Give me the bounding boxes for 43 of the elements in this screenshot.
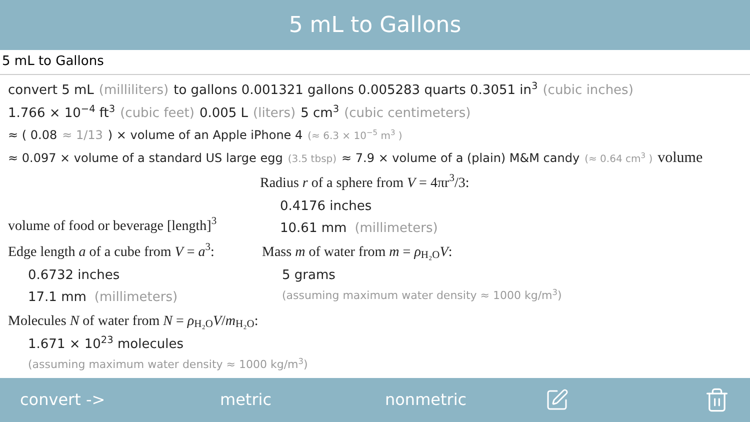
unit-note: (millimeters): [354, 220, 438, 238]
toolbar-button[interactable]: nonmetric: [385, 388, 550, 412]
unit-note: (millimeters): [94, 289, 178, 307]
result-text: ≈ 0.097 × volume of a standard US large egg: [8, 150, 283, 167]
label-text: volume of food or beverage [length]$^{3}$: [8, 218, 217, 234]
toolbar-button[interactable]: convert ->: [20, 388, 220, 412]
result-text: ≈ ( 0.08: [8, 127, 58, 144]
unit-note: (cubic inches): [542, 82, 634, 100]
window-title: 5 mL to Gallons: [288, 12, 462, 40]
formula-heading: Edge length a of a cube from V = a$^{3}$:: [8, 242, 216, 262]
size-note: (3.5 tbsp): [288, 153, 337, 167]
toolbar-button[interactable]: metric: [220, 388, 385, 412]
result-text: 5 cm$^{3}$: [300, 104, 340, 122]
result-value: 1.671 × 10$^{23}$ molecules: [28, 334, 184, 354]
result-text: 0.005 L: [199, 104, 248, 122]
edit-button[interactable]: [545, 388, 569, 412]
trash-icon: [704, 387, 730, 413]
delete-button[interactable]: [704, 387, 730, 413]
unit-note: (milliliters): [98, 82, 169, 100]
result-value: 0.4176 inches: [280, 198, 372, 216]
unit-note: (liters): [253, 104, 296, 122]
unit-note: (assuming maximum water density ≈ 1000 kg/m$^{3}$): [282, 288, 562, 304]
edit-icon: [545, 388, 569, 412]
size-note: (≈ 0.64 cm$^{3}$ ): [584, 152, 653, 167]
unit-note: ≈ 1/13: [62, 127, 103, 144]
result-value: 17.1 mm: [28, 289, 86, 307]
query-text: 5 mL to Gallons: [2, 53, 104, 72]
result-text: ≈ 7.9 × volume of a (plain) M&M candy: [342, 150, 580, 167]
result-value: 0.6732 inches: [28, 266, 120, 284]
result-text: 1.766 × 10$^{−4}$ ft$^{3}$: [8, 104, 116, 122]
formula-heading: Radius r of a sphere from V = 4πr$^{3}$/3:: [260, 172, 470, 192]
size-note: (≈ 6.3 × 10$^{−5}$ m$^{3}$ ): [308, 129, 402, 144]
label-text: volume: [658, 149, 703, 168]
unit-note: (cubic centimeters): [344, 104, 471, 122]
formula-heading: Mass m of water from m = ρ$_{H₂O}$V:: [262, 244, 454, 262]
unit-note: (assuming maximum water density ≈ 1000 kg/m$^{3}$): [28, 357, 308, 373]
unit-note: (cubic feet): [120, 104, 194, 122]
result-text: ) × volume of an Apple iPhone 4: [108, 127, 303, 144]
result-text: convert 5 mL: [8, 82, 94, 100]
result-value: 10.61 mm: [280, 220, 347, 238]
result-value: 5 grams: [282, 266, 336, 284]
formula-heading: Molecules N of water from N = ρ$_{H₂O}$V/m$_{H₂O}$:: [8, 312, 260, 332]
result-text: to gallons 0.001321 gallons 0.005283 quarts 0.3051 in$^{3}$: [174, 81, 538, 100]
